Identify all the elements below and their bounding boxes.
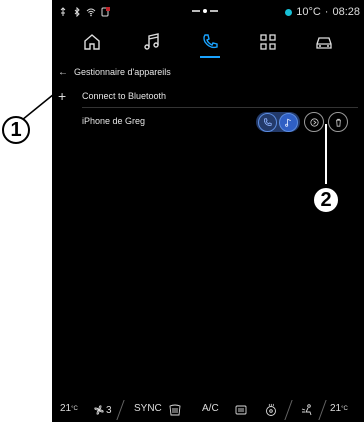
bar-separator	[116, 400, 125, 420]
status-right: 10°C · 08:28	[285, 6, 360, 18]
sync-button[interactable]: SYNC	[134, 403, 162, 414]
callout-1-leader	[21, 93, 55, 121]
phone-icon	[203, 34, 218, 49]
windshield-defrost-button[interactable]	[168, 403, 182, 417]
rear-defrost-icon	[235, 405, 247, 415]
left-temperature[interactable]: 21 °C	[60, 403, 78, 414]
callout-2-number: 2	[320, 188, 332, 211]
left-temperature-unit: °C	[71, 405, 78, 412]
callout-1: 1	[2, 116, 30, 144]
bar-separator	[318, 400, 327, 420]
wifi-icon	[86, 4, 96, 17]
device-profiles	[256, 112, 300, 132]
nav-apps[interactable]	[248, 24, 288, 60]
phone-alert-icon	[100, 4, 110, 17]
ac-label: A/C	[202, 403, 219, 414]
callout-2: 2	[312, 186, 340, 214]
bluetooth-icon	[72, 4, 82, 18]
left-temperature-value: 21	[60, 403, 72, 414]
apps-icon	[260, 34, 276, 50]
climate-bar: 21 °C 3 SYNC A/C 21 °C	[52, 398, 364, 422]
fan-level: 3	[106, 404, 112, 416]
phone-profile-toggle[interactable]	[258, 112, 277, 132]
status-bar: 10°C · 08:28	[52, 0, 364, 24]
breadcrumb: ← Gestionnaire d'appareils	[58, 64, 171, 80]
windshield-defrost-icon	[169, 404, 181, 416]
device-name: iPhone de Greg	[82, 116, 146, 126]
car-icon	[316, 37, 332, 49]
status-separator: ·	[324, 6, 329, 18]
fan-icon	[94, 405, 104, 415]
usb-icon	[58, 4, 68, 16]
right-temperature[interactable]: 21 °C	[330, 403, 348, 414]
connect-to-bluetooth-label: Connect to Bluetooth	[82, 91, 167, 101]
nav-home[interactable]	[72, 24, 112, 60]
music-profile-toggle[interactable]	[279, 112, 298, 132]
fan-speed[interactable]: 3	[92, 403, 112, 417]
page-title: Gestionnaire d'appareils	[74, 67, 171, 77]
bar-separator	[284, 400, 293, 420]
music-icon	[285, 118, 291, 127]
list-divider	[82, 107, 358, 108]
right-temperature-unit: °C	[341, 405, 348, 412]
heated-steering-wheel-icon	[266, 403, 276, 416]
callout-2-leader	[325, 124, 327, 184]
air-distribution-icon	[301, 404, 312, 416]
nav-phone[interactable]	[190, 24, 230, 60]
outside-temperature: 10°C	[296, 6, 321, 18]
page-indicator	[192, 9, 218, 13]
air-distribution-button[interactable]	[300, 403, 314, 417]
top-navigation	[52, 24, 364, 60]
clock: 08:28	[332, 6, 360, 18]
nav-music[interactable]	[132, 24, 172, 60]
right-temperature-value: 21	[330, 403, 342, 414]
steering-heat-button[interactable]	[264, 403, 278, 417]
phone-icon	[263, 117, 272, 126]
music-icon	[144, 33, 159, 50]
callout-1-number: 1	[10, 118, 22, 141]
nav-vehicle[interactable]	[304, 24, 344, 60]
rear-defrost-button[interactable]	[234, 403, 248, 417]
temperature-indicator-icon	[285, 8, 293, 16]
status-icons	[58, 4, 110, 18]
back-button[interactable]: ←	[58, 67, 68, 78]
ac-button[interactable]: A/C	[202, 403, 219, 414]
device-row[interactable]: iPhone de Greg	[58, 111, 358, 132]
sync-label: SYNC	[134, 403, 162, 414]
connect-to-bluetooth-row[interactable]: + Connect to Bluetooth	[58, 86, 358, 106]
home-icon	[84, 34, 100, 50]
